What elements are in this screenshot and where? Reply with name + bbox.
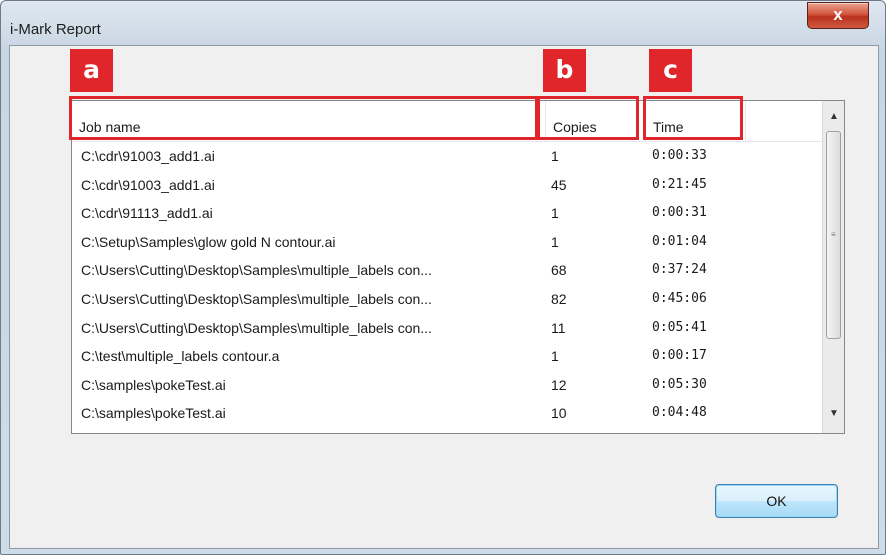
vertical-scrollbar[interactable]: ▲ ≡ ▼	[822, 101, 844, 433]
cell-time: 0:04:48	[652, 405, 707, 421]
cell-job-name: C:\cdr\91003_add1.ai	[81, 148, 215, 164]
scroll-down-arrow-icon[interactable]: ▼	[826, 406, 842, 422]
table-row[interactable]: C:\test\multiple_labels contour.a 1 0:00:1…	[72, 342, 822, 370]
cell-copies: 1	[551, 148, 559, 164]
cell-job-name: C:\Users\Cutting\Desktop\Samples\multipl…	[81, 291, 432, 307]
cell-copies: 1	[551, 205, 559, 222]
cell-job-name: C:\cdr\91113_add1.ai	[81, 205, 213, 222]
title-bar[interactable]: i-Mark Report x	[1, 1, 885, 45]
job-list[interactable]: Job name Copies Time C:\cdr\91003_add1.a…	[71, 100, 845, 434]
cell-job-name: C:\Users\Cutting\Desktop\Samples\multipl…	[81, 262, 432, 279]
cell-time: 0:45:06	[652, 291, 707, 306]
highlight-job-name	[69, 96, 538, 140]
window-title: i-Mark Report	[10, 21, 101, 38]
close-button[interactable]: x	[807, 2, 869, 29]
highlight-time	[643, 96, 743, 140]
cell-copies: 1	[551, 348, 559, 365]
table-row[interactable]: C:\samples\pokeTest.ai 10 0:04:48	[72, 399, 822, 427]
cell-time: 0:37:24	[652, 262, 707, 278]
cell-copies: 10	[551, 405, 567, 422]
cell-copies: 82	[551, 291, 567, 307]
cell-copies: 11	[551, 319, 566, 336]
annotation-badge-a: a	[70, 49, 113, 92]
close-icon: x	[833, 5, 843, 24]
cell-job-name: C:\cdr\91003_add1.ai	[81, 176, 215, 193]
table-row[interactable]: C:\cdr\91003_add1.ai 45 0:21:45	[72, 171, 822, 199]
scrollbar-thumb[interactable]: ≡	[826, 131, 841, 339]
scroll-up-arrow-icon[interactable]: ▲	[826, 109, 842, 125]
cell-copies: 45	[551, 176, 567, 193]
annotation-badge-c: c	[649, 49, 692, 92]
cell-time: 0:00:33	[652, 148, 707, 163]
cell-time: 0:21:45	[652, 176, 707, 192]
thumb-grip-icon: ≡	[831, 230, 836, 239]
cell-time: 0:00:17	[652, 348, 707, 364]
table-row[interactable]: C:\Setup\Samples\glow gold N contour.ai 1…	[72, 228, 822, 256]
highlight-copies	[537, 96, 639, 140]
ok-button[interactable]: OK	[715, 484, 838, 518]
report-window: i-Mark Report x Job name Copies Time C:\…	[0, 0, 886, 555]
cell-job-name: C:\test\multiple_labels contour.a	[81, 348, 280, 365]
cell-time: 0:00:31	[652, 205, 707, 221]
cell-time: 0:01:04	[652, 233, 707, 249]
annotation-badge-b: b	[543, 49, 586, 92]
table-row[interactable]: C:\cdr\91003_add1.ai 1 0:00:33	[72, 142, 822, 170]
cell-time: 0:05:41	[652, 319, 707, 335]
table-row[interactable]: C:\Users\Cutting\Desktop\Samples\multipl…	[72, 285, 822, 313]
cell-job-name: C:\samples\pokeTest.ai	[81, 376, 226, 393]
cell-job-name: C:\Setup\Samples\glow gold N contour.ai	[81, 233, 336, 250]
table-row[interactable]: C:\Users\Cutting\Desktop\Samples\multipl…	[72, 256, 822, 284]
cell-job-name: C:\samples\pokeTest.ai	[81, 405, 226, 422]
cell-copies: 12	[551, 376, 567, 393]
cell-job-name: C:\Users\Cutting\Desktop\Samples\multipl…	[81, 319, 432, 336]
table-row[interactable]: C:\cdr\91113_add1.ai 1 0:00:31	[72, 199, 822, 227]
cell-copies: 68	[551, 262, 567, 279]
table-row[interactable]: C:\Users\Cutting\Desktop\Samples\multipl…	[72, 314, 822, 342]
cell-time: 0:05:30	[652, 376, 707, 392]
table-row[interactable]: C:\samples\pokeTest.ai 12 0:05:30	[72, 371, 822, 399]
cell-copies: 1	[551, 233, 559, 250]
